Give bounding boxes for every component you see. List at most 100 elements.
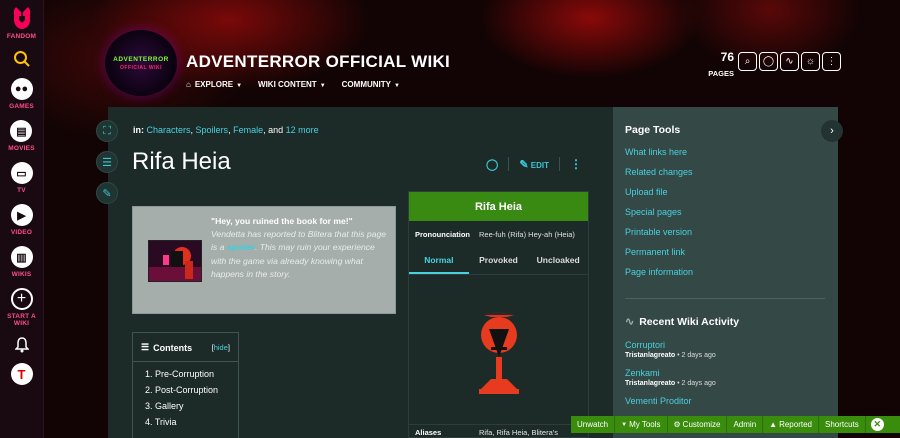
spoiler-highlight: spoiler <box>226 242 255 253</box>
activity-time: 2 days ago <box>681 380 716 387</box>
page-tools-list: What links here Related changes Upload f… <box>625 147 693 279</box>
nav-wiki-content-label: WIKI CONTENT <box>258 80 317 89</box>
activity-button[interactable]: ∿ <box>780 52 799 71</box>
nav-wiki-content[interactable]: WIKI CONTENT ▼ <box>258 80 326 89</box>
page-tool-link[interactable]: Page information <box>625 267 693 279</box>
page-tools-title: Page Tools <box>625 124 681 136</box>
pages-count-label: PAGES <box>708 69 734 78</box>
wiki-logo[interactable]: ADVENTERROR OFFICIAL WIKI <box>105 30 177 96</box>
gear-icon: ⚙ <box>673 420 681 429</box>
page-tool-link[interactable]: Printable version <box>625 227 693 239</box>
side-edit-button[interactable]: ✎ <box>96 182 118 204</box>
nav-explore[interactable]: ⌂ EXPLORE ▼ <box>186 80 242 89</box>
global-nav-tv[interactable]: ▭ TV <box>10 162 33 194</box>
spoiler-character-image <box>148 240 202 282</box>
toc-item[interactable]: 4. Trivia <box>145 417 238 427</box>
more-options-button[interactable]: ⋮ <box>822 52 841 71</box>
activity-item: Vementi Proditor <box>625 396 716 407</box>
toc-item[interactable]: 2. Post-Corruption <box>145 385 238 395</box>
talk-button[interactable]: ◯ <box>486 158 498 171</box>
close-icon[interactable]: ✕ <box>870 418 884 431</box>
global-nav-games-label: GAMES <box>9 103 34 110</box>
toc-item[interactable]: 1. Pre-Corruption <box>145 369 238 379</box>
page-tool-link[interactable]: What links here <box>625 147 693 159</box>
global-search-button[interactable] <box>13 50 31 68</box>
wiki-logo-line2: OFFICIAL WIKI <box>120 64 162 71</box>
activity-user[interactable]: Tristanlagreato <box>625 352 675 359</box>
title-actions: ◯ ✎ EDIT ⋮ <box>486 157 582 171</box>
user-avatar[interactable]: T <box>10 363 33 385</box>
global-nav-games[interactable]: ●● GAMES <box>9 78 34 110</box>
discussions-button[interactable]: ◯ <box>759 52 778 71</box>
toc-title: Contents <box>153 342 193 353</box>
toolbar-shortcuts[interactable]: Shortcuts <box>819 416 866 433</box>
global-nav-video[interactable]: ▶ VIDEO <box>10 204 33 236</box>
list-icon: ☰ <box>141 342 150 352</box>
divider <box>508 157 510 171</box>
search-icon: ⌕ <box>744 56 751 67</box>
character-infobox: Rifa Heia Pronounciation Ree-fuh (Rifa) … <box>408 191 589 438</box>
toc-hide-toggle[interactable]: [hide] <box>212 343 230 352</box>
global-nav-tv-label: TV <box>17 187 26 194</box>
toolbar-my-tools[interactable]: ▼ My Tools <box>615 416 668 433</box>
page-tool-link[interactable]: Related changes <box>625 167 693 179</box>
expand-icon: ⛶ <box>103 124 111 137</box>
activity-page-link[interactable]: Zenkami <box>625 368 716 379</box>
activity-item: Zenkami Tristanlagreato • 2 days ago <box>625 368 716 387</box>
toolbar-customize-label: Customize <box>682 420 721 429</box>
fandom-brand-label: FANDOM <box>6 33 37 40</box>
list-icon: ☰ <box>102 156 112 169</box>
category-link[interactable]: Characters <box>147 125 191 135</box>
toolbar-shortcuts-label: Shortcuts <box>825 420 859 429</box>
chevron-down-icon: ▼ <box>319 83 326 89</box>
page-more-button[interactable]: ⋮ <box>570 157 582 171</box>
tab-provoked[interactable]: Provoked <box>469 250 529 274</box>
edit-button-label: EDIT <box>530 160 549 170</box>
page-tool-link[interactable]: Permanent link <box>625 247 693 259</box>
character-artwork[interactable] <box>469 307 529 399</box>
infobox-label: Aliases <box>415 428 442 437</box>
global-nav-wikis-label: WIKIS <box>11 271 32 278</box>
spoiler-quote: "Hey, you ruined the book for me!" <box>211 216 353 226</box>
toolbar-customize[interactable]: ⚙ Customize <box>668 416 728 433</box>
expand-button[interactable]: ⛶ <box>96 120 118 142</box>
page-tool-link[interactable]: Special pages <box>625 207 693 219</box>
category-link[interactable]: Female <box>233 125 263 135</box>
toc-item[interactable]: 3. Gallery <box>145 401 238 411</box>
category-link[interactable]: Spoilers <box>196 125 229 135</box>
nav-explore-label: EXPLORE <box>194 80 234 89</box>
more-categories-link[interactable]: 12 more <box>286 125 319 135</box>
toc-hide-link[interactable]: hide <box>214 343 228 352</box>
tab-normal[interactable]: Normal <box>409 250 469 274</box>
rail-toggle-button[interactable]: › <box>821 120 843 142</box>
activity-user[interactable]: Tristanlagreato <box>625 380 675 387</box>
wiki-search-button[interactable]: ⌕ <box>738 52 757 71</box>
page-tool-link[interactable]: Upload file <box>625 187 693 199</box>
nav-community[interactable]: COMMUNITY ▼ <box>342 80 400 89</box>
plus-icon: + <box>10 288 33 310</box>
toolbar-unwatch[interactable]: Unwatch <box>571 416 616 433</box>
activity-page-link[interactable]: Corruptori <box>625 340 716 351</box>
chevron-down-icon: ▼ <box>236 83 243 89</box>
comment-icon: ◯ <box>762 56 775 67</box>
table-of-contents: ☰ Contents [hide] 1. Pre-Corruption 2. P… <box>132 332 239 438</box>
global-nav-wikis[interactable]: ▥ WIKIS <box>10 246 33 278</box>
infobox-row-aliases: Aliases Rifa, Rifa Heia, Blitera's <box>409 424 588 437</box>
tab-uncloaked[interactable]: Uncloaked <box>528 250 588 274</box>
spoiler-text: "Hey, you ruined the book for me!" Vende… <box>211 215 389 281</box>
book-icon: ▥ <box>10 246 33 268</box>
pencil-icon: ✎ <box>102 187 112 200</box>
toolbar-admin[interactable]: Admin <box>727 416 764 433</box>
wiki-title[interactable]: ADVENTERROR OFFICIAL WIKI <box>186 52 450 72</box>
fandom-logo[interactable]: FANDOM <box>7 6 36 40</box>
theme-toggle-button[interactable]: ☼ <box>801 52 820 71</box>
edit-button[interactable]: ✎ EDIT <box>519 158 549 171</box>
table-of-contents-button[interactable]: ☰ <box>96 151 118 173</box>
activity-page-link[interactable]: Vementi Proditor <box>625 396 716 407</box>
global-nav-movies[interactable]: ▤ MOVIES <box>8 120 35 152</box>
notifications-button[interactable] <box>14 337 29 353</box>
explore-icon: ⌂ <box>186 80 191 89</box>
toolbar-reported[interactable]: ▲ Reported <box>763 416 819 433</box>
global-nav-start-a-wiki[interactable]: + START A WIKI <box>5 288 39 327</box>
toolbar-my-tools-label: My Tools <box>629 420 661 429</box>
